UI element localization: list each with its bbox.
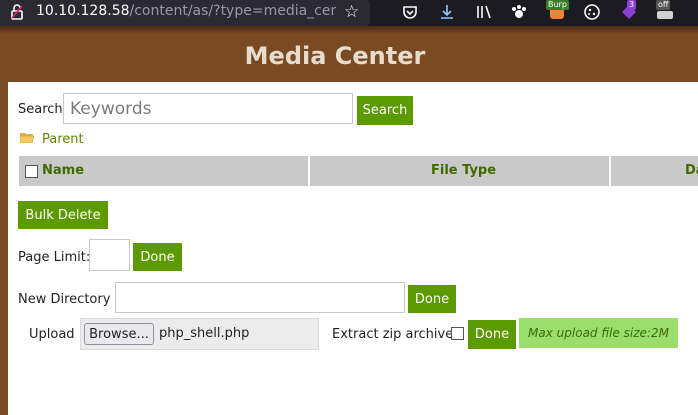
page-limit-done-button[interactable]: Done <box>133 243 182 271</box>
file-table-header: Name File Type Da <box>19 156 698 186</box>
folder-open-icon <box>20 133 34 143</box>
downloads-icon[interactable] <box>438 3 456 21</box>
extract-zip-checkbox[interactable] <box>451 327 464 340</box>
url-host: 10.10.128.58 <box>36 3 130 19</box>
browse-button[interactable]: Browse... <box>84 323 154 345</box>
lock-icon <box>11 4 23 20</box>
url-path: /content/as/?type=media_cen <box>129 3 336 19</box>
bulk-delete-button[interactable]: Bulk Delete <box>18 201 108 229</box>
url-text[interactable]: 10.10.128.58/content/as/?type=media_cen <box>36 3 336 19</box>
url-bar[interactable]: 10.10.128.58/content/as/?type=media_cen … <box>0 0 370 26</box>
bookmark-star-icon[interactable]: ☆ <box>344 3 359 21</box>
new-directory-input[interactable] <box>115 282 405 313</box>
parent-link[interactable]: Parent <box>42 132 84 147</box>
page-limit-input[interactable] <box>89 239 130 271</box>
new-directory-done-button[interactable]: Done <box>408 285 456 313</box>
library-icon[interactable] <box>475 3 493 21</box>
column-divider <box>308 156 310 186</box>
search-button[interactable]: Search <box>357 96 413 125</box>
search-label: Search <box>18 102 63 117</box>
page-title: Media Center <box>244 42 426 70</box>
pocket-icon[interactable] <box>401 3 419 21</box>
extract-zip-label: Extract zip archive? <box>332 327 461 342</box>
max-upload-size-note: Max upload file size:2M <box>519 318 678 348</box>
off-badge: off <box>656 0 671 10</box>
page-limit-label: Page Limit: <box>18 250 91 265</box>
cookie-icon[interactable] <box>583 3 601 21</box>
browser-toolbar: 10.10.128.58/content/as/?type=media_cen … <box>0 0 698 26</box>
search-input[interactable] <box>63 93 353 124</box>
paw-extension-icon[interactable] <box>510 3 528 21</box>
upload-label: Upload : <box>29 327 84 342</box>
new-directory-label: New Directory : <box>18 292 119 307</box>
extension-count-badge: 3 <box>627 0 637 10</box>
column-file-type[interactable]: File Type <box>431 163 496 178</box>
upload-done-button[interactable]: Done <box>468 320 516 349</box>
column-date[interactable]: Da <box>685 163 698 178</box>
column-name[interactable]: Name <box>42 163 84 178</box>
burp-badge: Burp <box>546 0 569 10</box>
page-header-band <box>0 26 698 34</box>
column-divider <box>609 156 611 186</box>
selected-file-name: php_shell.php <box>159 326 250 341</box>
select-all-checkbox[interactable] <box>25 165 38 178</box>
